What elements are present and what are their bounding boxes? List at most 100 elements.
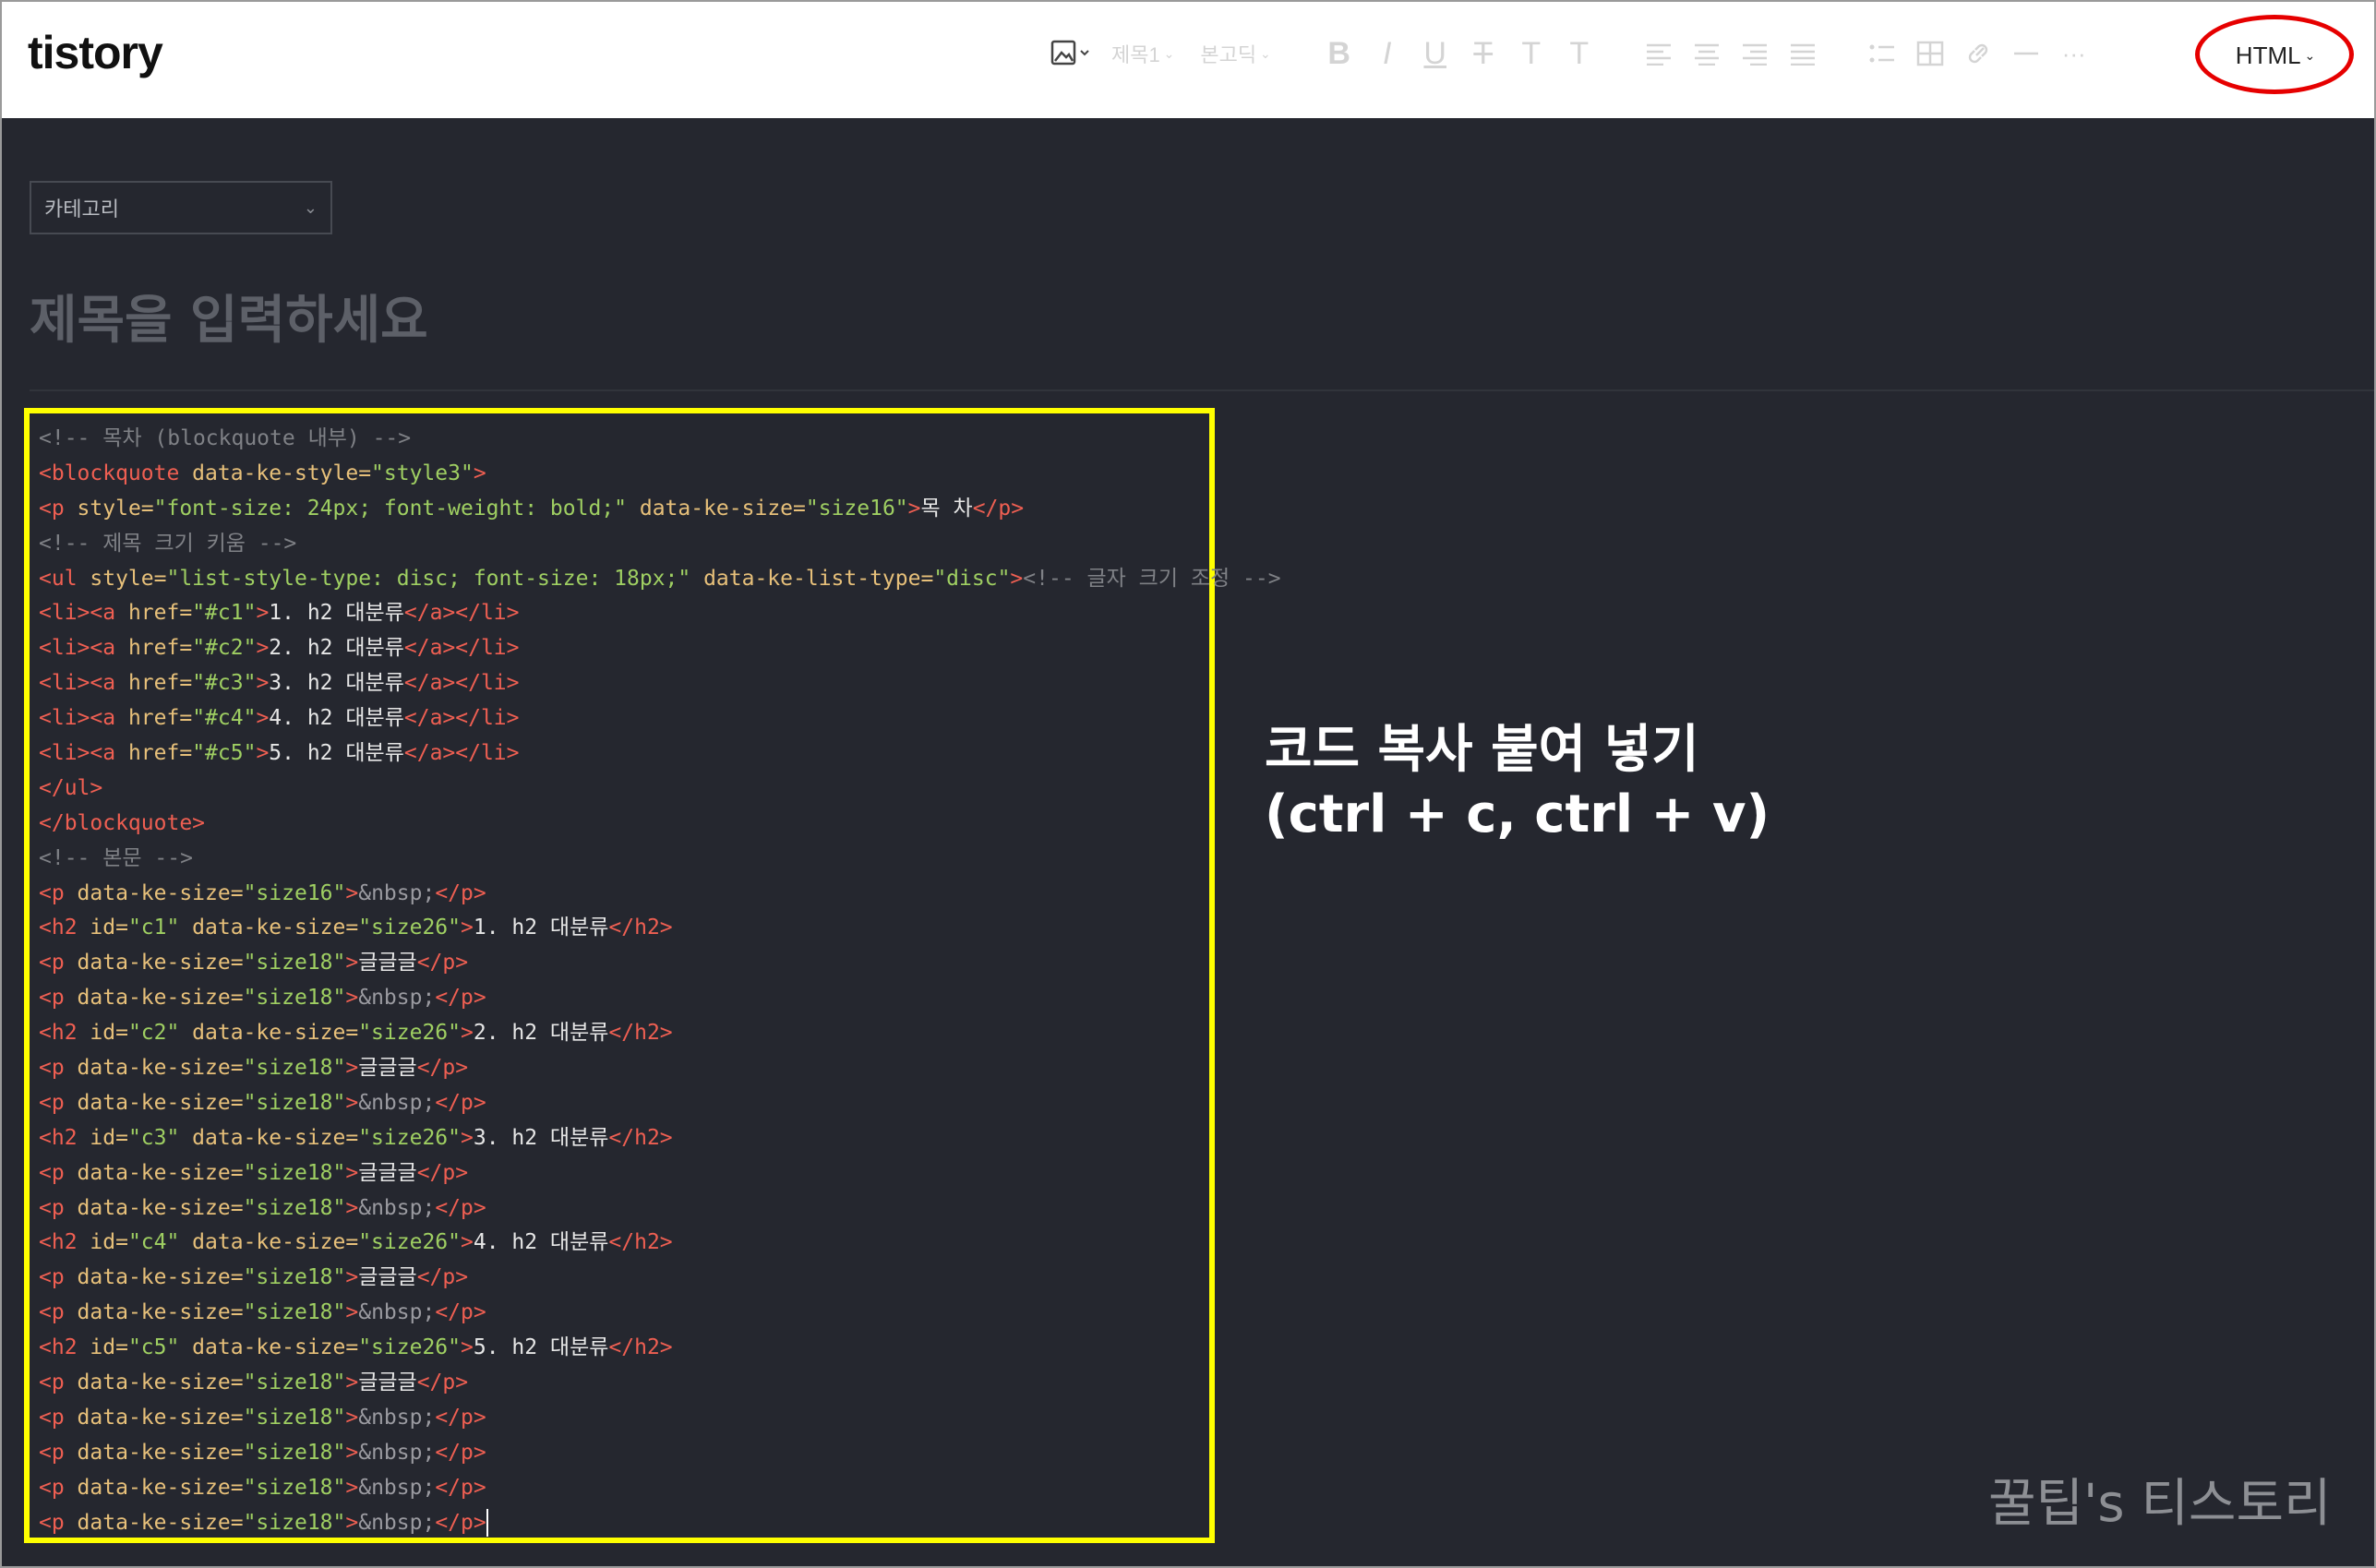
annotation-text: 코드 복사 붙여 넣기 (ctrl + c, ctrl + v) [1265,718,1770,847]
strikethrough-button[interactable]: T [1459,28,1507,79]
code-token: 4. h2 대분류 [473,1230,609,1255]
underline-button[interactable]: U [1411,28,1459,79]
code-token: > [345,986,359,1011]
code-token: "list-style-type: disc; font-size: 18px;… [166,566,691,591]
code-token: > [1010,566,1024,591]
list-button[interactable] [1858,28,1906,79]
divider-icon [2013,52,2038,55]
font-select-label: 본고딕 [1200,43,1257,66]
code-line: <p data-ke-size="size18">글글글</p> [39,1366,1281,1401]
font-select[interactable]: 본고딕 ⌄ [1187,28,1283,79]
code-token: </h2> [608,1125,673,1150]
html-mode-button[interactable]: HTML ⌄ [2197,17,2354,94]
code-token: > [345,951,359,976]
code-token: "size18" [243,1056,346,1081]
code-line: <p data-ke-size="size16">&nbsp;</p> [39,877,1281,912]
code-line: <p data-ke-size="size18">&nbsp;</p> [39,1401,1281,1436]
code-token: "size18" [243,951,346,976]
align-left-button[interactable] [1635,28,1683,79]
code-token: &nbsp; [358,1195,436,1220]
code-token: <p [39,1056,65,1081]
code-token: data-ke-size= [627,496,806,521]
html-code-editor[interactable]: <!-- 목차 (blockquote 내부) --> <blockquote d… [39,422,1281,1541]
more-button[interactable]: ··· [2050,28,2098,79]
code-token: "#c5" [192,741,257,766]
code-token: > [345,1371,359,1395]
code-token: data-ke-size= [64,986,244,1011]
code-token: href= [115,636,193,661]
code-token: &nbsp; [358,1405,436,1430]
code-token: <li><a [39,741,116,766]
text-color-button[interactable]: T [1507,28,1555,79]
image-icon [1050,40,1089,66]
code-token: <p [39,496,65,521]
code-token: id= [77,916,128,940]
code-token: &nbsp; [358,1440,436,1465]
annotation-line-1: 코드 복사 붙여 넣기 [1265,720,1699,780]
code-token: > [345,880,359,905]
code-token: "c5" [127,1335,180,1360]
italic-button[interactable]: I [1363,28,1411,79]
background-color-button[interactable]: T [1555,28,1603,79]
html-mode-label: HTML [2235,41,2301,69]
code-token: "size18" [243,1090,346,1115]
code-token: 3. h2 대분류 [269,671,404,696]
table-button[interactable] [1906,28,1954,79]
bold-button[interactable]: B [1315,28,1363,79]
code-token: "size18" [243,1510,346,1535]
code-token: > [460,1230,474,1255]
code-token: <h2 [39,1335,78,1360]
chevron-down-icon: ⌄ [303,197,318,218]
code-token: 5. h2 대분류 [473,1335,609,1360]
code-token: > [345,1090,359,1115]
code-line: <p data-ke-size="size18">글글글</p> [39,946,1281,981]
code-token: > [345,1056,359,1081]
code-token: </p> [416,1371,469,1395]
code-line: <p data-ke-size="size18">&nbsp;</p> [39,1471,1281,1506]
align-right-button[interactable] [1731,28,1779,79]
align-center-button[interactable] [1683,28,1731,79]
code-token: "size26" [358,1125,461,1150]
annotation-line-2: (ctrl + c, ctrl + v) [1265,784,1770,844]
code-token: <p [39,880,65,905]
code-token: data-ke-size= [64,1265,244,1290]
code-token: "size26" [358,916,461,940]
category-select[interactable]: 카테고리 ⌄ [30,181,332,234]
code-token: </h2> [608,1335,673,1360]
code-token: "font-size: 24px; font-weight: bold;" [153,496,627,521]
code-line: <!-- 본문 --> [39,842,1281,877]
code-token: > [256,671,270,696]
code-token: data-ke-size= [64,1160,244,1185]
code-token: </p> [435,1300,486,1325]
editor-window: tistory 제목1 ⌄ 본고딕 ⌄ B I U T T T ··· HTML… [0,0,2376,1568]
code-line: <p data-ke-size="size18">글글글</p> [39,1261,1281,1296]
code-token: id= [77,1021,128,1046]
code-token: "size18" [243,1300,346,1325]
code-token: "size18" [243,1371,346,1395]
category-select-label: 카테고리 [44,198,119,221]
tistory-logo[interactable]: tistory [28,26,163,79]
code-token: data-ke-style= [179,461,372,485]
code-token: > [460,1021,474,1046]
align-justify-button[interactable] [1779,28,1827,79]
code-token: > [256,706,270,731]
code-token: </p> [416,951,469,976]
heading-select[interactable]: 제목1 ⌄ [1098,28,1187,79]
link-icon [1968,43,1987,64]
code-token: <li><a [39,671,116,696]
title-input[interactable]: 제목을 입력하세요 [30,279,428,353]
code-token: > [345,1160,359,1185]
divider-button[interactable] [2002,28,2050,79]
code-token: > [345,1300,359,1325]
code-token: href= [115,741,193,766]
code-token: "style3" [371,461,474,485]
code-token: 1. h2 대분류 [269,601,404,626]
format-toolbar: 제목1 ⌄ 본고딕 ⌄ B I U T T T ··· [1043,28,2098,79]
chevron-down-icon: ⌄ [1256,45,1271,61]
code-token: > [473,461,486,485]
code-line: <li><a href="#c3">3. h2 대분류</a></li> [39,666,1281,701]
code-line: <li><a href="#c5">5. h2 대분류</a></li> [39,736,1281,772]
link-button[interactable] [1954,28,2002,79]
image-insert-button[interactable] [1043,28,1098,79]
code-token: </p> [435,1440,486,1465]
